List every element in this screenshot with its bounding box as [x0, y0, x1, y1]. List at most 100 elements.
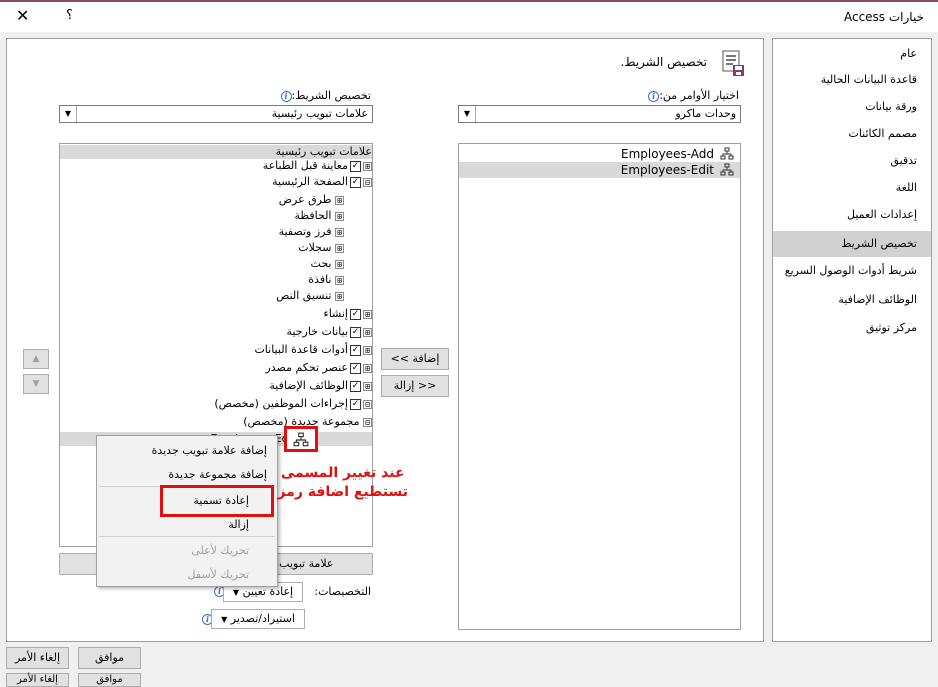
list-item[interactable]: Employees-Add [459, 146, 740, 162]
tree-item-label: نافذة [308, 273, 332, 286]
expand-icon[interactable]: ⊞ [335, 195, 344, 205]
chevron-down-icon[interactable]: ▼ [459, 106, 476, 122]
command-label: Employees-Add [621, 147, 714, 161]
collapse-icon[interactable]: ⊟ [363, 417, 372, 427]
move-up-button[interactable]: ▲ [23, 349, 49, 369]
checkbox-icon[interactable]: ✓ [350, 176, 361, 188]
expand-icon[interactable]: ⊞ [335, 211, 344, 221]
tree-item-label: بيانات خارجية [286, 325, 348, 338]
title-bar: خيارات Access ✕ ؟ [0, 0, 938, 32]
customize-ribbon-select[interactable]: علامات تبويب رئيسية ▼ [59, 105, 373, 123]
tree-item-label: الصفحة الرئيسية [272, 175, 348, 188]
sidebar-item-customize-ribbon[interactable]: تخصيص الشريط [773, 231, 931, 257]
page-title: تخصيص الشريط. [620, 55, 708, 69]
expand-icon[interactable]: ⊞ [335, 243, 344, 253]
tree-item-database-tools[interactable]: ⊞✓أدوات قاعدة البيانات [254, 342, 372, 358]
tree-item-clipboard[interactable]: ⊞ الحافظة [294, 208, 344, 224]
sidebar-item-quick-access-toolbar[interactable]: شريط أدوات الوصول السريع [773, 258, 931, 284]
tree-item-add-ins[interactable]: ⊞✓الوظائف الإضافية [269, 378, 372, 394]
tree-item-label: تنسيق النص [276, 289, 332, 302]
customizations-label: التخصيصات: [314, 585, 371, 598]
tree-item-find[interactable]: ⊞ بحث [311, 256, 344, 272]
list-item[interactable]: Employees-Edit [459, 162, 740, 178]
checkbox-icon[interactable]: ✓ [350, 398, 361, 410]
expand-icon[interactable]: ⊞ [363, 309, 372, 319]
tree-item-external-data[interactable]: ⊞✓بيانات خارجية [287, 324, 372, 340]
sidebar-item-proofing[interactable]: تدقيق [773, 148, 931, 174]
help-icon[interactable]: ؟ [66, 8, 73, 23]
sidebar-item-current-database[interactable]: قاعدة البيانات الحالية [773, 67, 931, 93]
expand-icon[interactable]: ⊞ [335, 259, 344, 269]
checkbox-icon[interactable]: ✓ [350, 308, 361, 320]
customizations-text: التخصيصات: [314, 585, 371, 598]
checkbox-icon[interactable]: ✓ [350, 344, 361, 356]
choose-from-select[interactable]: وحدات ماكرو ▼ [458, 105, 741, 123]
tree-item-views[interactable]: ⊞ طرق عرض [279, 192, 344, 208]
info-icon: i [280, 90, 292, 102]
expand-icon[interactable]: ⊞ [363, 363, 372, 373]
expand-icon[interactable]: ⊞ [363, 381, 372, 391]
menu-item-move-down: تحريك لأسفل [187, 568, 249, 581]
sidebar-item-datasheet[interactable]: ورقة بيانات [773, 94, 931, 120]
customize-ribbon-text: تخصيص الشريط: [291, 89, 372, 102]
menu-item-add-new-tab[interactable]: إضافة علامة تبويب جديدة [152, 444, 267, 457]
tree-item-employee-actions[interactable]: ⊟✓إجراءات الموظفين (مخصص) [214, 396, 372, 412]
tree-item-sort-filter[interactable]: ⊞ فرز وتصفية [279, 224, 344, 240]
tree-header-label: علامات تبويب رئيسية [275, 145, 372, 158]
checkbox-icon[interactable]: ✓ [350, 160, 361, 172]
sidebar-item-add-ins[interactable]: الوظائف الإضافية [773, 287, 931, 313]
tree-item-label: معاينة قبل الطباعة [262, 159, 348, 172]
collapse-icon[interactable]: ⊟ [363, 177, 372, 187]
close-icon[interactable]: ✕ [16, 6, 29, 25]
choose-from-text: اختيار الأوامر من: [659, 89, 739, 102]
tree-item-label: سجلات [298, 241, 332, 254]
expand-icon[interactable]: ⊞ [335, 275, 344, 285]
sidebar-item-language[interactable]: اللغة [773, 175, 931, 201]
menu-item-remove[interactable]: إزالة [228, 518, 249, 531]
category-sidebar: عام قاعدة البيانات الحالية ورقة بيانات م… [772, 38, 932, 642]
sidebar-item-general[interactable]: عام [773, 41, 931, 67]
macro-icon [720, 147, 734, 160]
annotation-line-2: تستطيع اضافة رمز [277, 484, 408, 500]
checkbox-icon[interactable]: ✓ [350, 362, 361, 374]
chevron-down-icon[interactable]: ▼ [60, 106, 77, 122]
commands-list[interactable]: Employees-Add Employees-Edit [458, 143, 741, 630]
ok-button[interactable]: موافق [78, 647, 141, 669]
sidebar-item-trust-center[interactable]: مركز توثيق [773, 315, 931, 341]
tree-item-create[interactable]: ⊞✓إنشاء [324, 306, 372, 322]
collapse-icon[interactable]: ⊟ [363, 399, 372, 409]
expand-icon[interactable]: ⊞ [335, 227, 344, 237]
checkbox-icon[interactable]: ✓ [350, 326, 361, 338]
tree-item-text-formatting[interactable]: ⊞ تنسيق النص [276, 288, 344, 304]
tree-item-print-preview[interactable]: ⊞✓معاينة قبل الطباعة [263, 158, 372, 174]
tree-item-label: الحافظة [294, 209, 332, 222]
sidebar-item-object-designers[interactable]: مصمم الكائنات [773, 121, 931, 147]
move-down-button[interactable]: ▼ [23, 374, 49, 394]
annotation-line-1: عند تغيير المسمى [280, 465, 405, 481]
expand-icon[interactable]: ⊞ [363, 345, 372, 355]
remove-button[interactable]: << إزالة [381, 375, 449, 397]
checkbox-icon[interactable]: ✓ [350, 380, 361, 392]
tree-item-records[interactable]: ⊞ سجلات [298, 240, 344, 256]
tree-item-home[interactable]: ⊟✓الصفحة الرئيسية [272, 174, 372, 190]
expand-icon[interactable]: ⊞ [363, 327, 372, 337]
tree-item-source-control[interactable]: ⊞✓عنصر تحكم مصدر [265, 360, 372, 376]
expand-icon[interactable]: ⊞ [335, 291, 344, 301]
import-export-dropdown[interactable]: استيراد/تصدير ▼ [211, 609, 305, 629]
tree-item-label: الوظائف الإضافية [269, 379, 348, 392]
info-icon: i [648, 90, 660, 102]
add-button[interactable]: إضافة >> [381, 348, 449, 370]
tree-item-label: فرز وتصفية [278, 225, 332, 238]
cancel-button[interactable]: إلغاء الأمر [6, 647, 69, 669]
expand-icon[interactable]: ⊞ [363, 161, 372, 171]
command-label: Employees-Edit [620, 163, 714, 177]
menu-item-add-new-group[interactable]: إضافة مجموعة جديدة [168, 468, 267, 481]
customize-ribbon-label: تخصيص الشريط:i [278, 89, 372, 102]
import-export-label: استيراد/تصدير [230, 612, 295, 625]
window-title: خيارات Access [843, 10, 924, 24]
macro-icon [720, 163, 734, 176]
chevron-down-icon[interactable]: ▼ [221, 615, 227, 624]
chevron-down-icon[interactable]: ▼ [233, 588, 239, 597]
sidebar-item-client-settings[interactable]: إعدادات العميل [773, 202, 931, 228]
tree-item-window[interactable]: ⊞ نافذة [308, 272, 344, 288]
